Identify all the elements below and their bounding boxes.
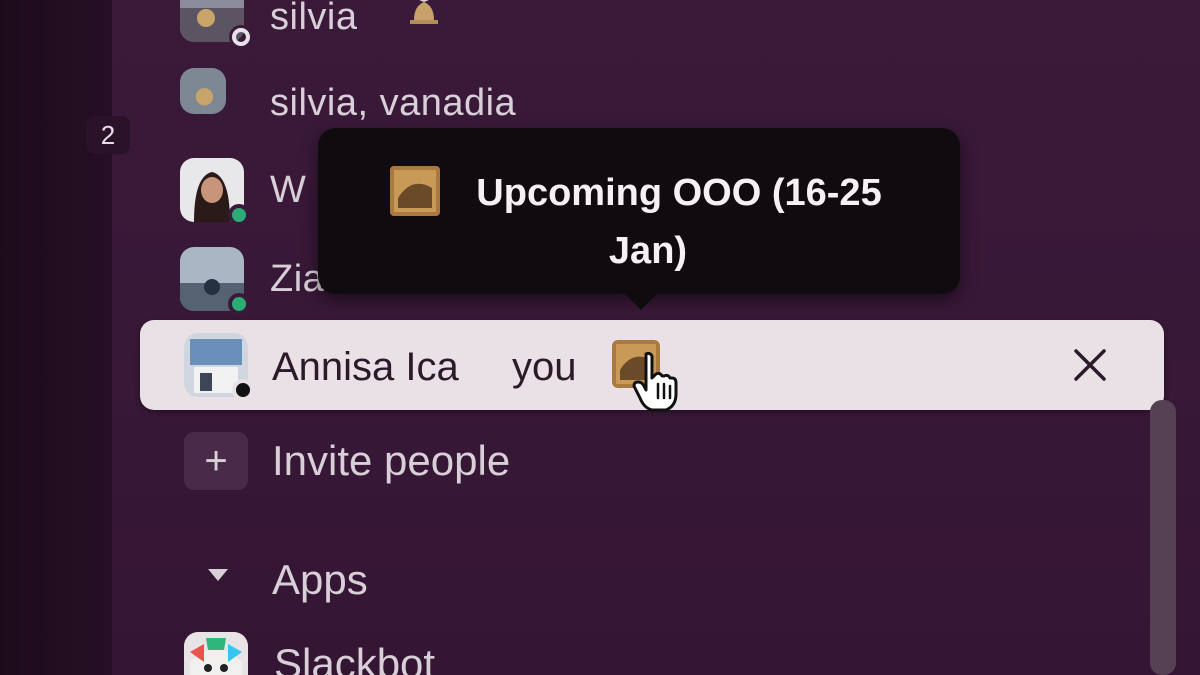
avatar-image <box>180 68 226 114</box>
dm-label: W <box>270 169 307 211</box>
workspace-rail <box>0 0 112 675</box>
avatar <box>180 247 250 315</box>
dm-label: Annisa Ica <box>272 345 459 389</box>
status-dnd-icon <box>232 379 254 401</box>
member-count-badge: 2 <box>86 116 130 154</box>
app-item-slackbot[interactable]: Slackbot <box>274 640 435 675</box>
dm-item-silvia[interactable]: silvia <box>112 0 1200 52</box>
tooltip-arrow <box>623 292 659 310</box>
slackbot-avatar <box>184 632 248 675</box>
dm-label: Zia <box>270 258 325 300</box>
group-avatar <box>180 68 244 132</box>
dm-label: silvia <box>270 0 358 38</box>
avatar <box>180 158 250 226</box>
you-label: you <box>512 345 577 389</box>
slackbot-icon <box>184 632 248 675</box>
invite-people-link[interactable]: Invite people <box>272 437 510 485</box>
plus-icon[interactable]: + <box>184 432 248 490</box>
status-away-icon <box>232 28 250 46</box>
apps-section-header[interactable]: Apps <box>272 556 368 604</box>
avatar <box>180 0 250 46</box>
status-online-icon <box>228 293 250 315</box>
hand-cursor-icon <box>632 351 678 412</box>
dm-label: silvia, vanadia <box>270 82 517 124</box>
caret-down-icon[interactable] <box>204 565 232 585</box>
avatar <box>184 333 254 401</box>
close-icon[interactable] <box>1070 345 1110 385</box>
tooltip-text: Upcoming OOO (16-25 Jan) <box>476 172 882 272</box>
status-tooltip: Upcoming OOO (16-25 Jan) <box>318 128 960 310</box>
hourglass-icon <box>410 0 438 24</box>
sidebar-scrollbar[interactable] <box>1150 400 1176 675</box>
status-online-icon <box>228 204 250 226</box>
